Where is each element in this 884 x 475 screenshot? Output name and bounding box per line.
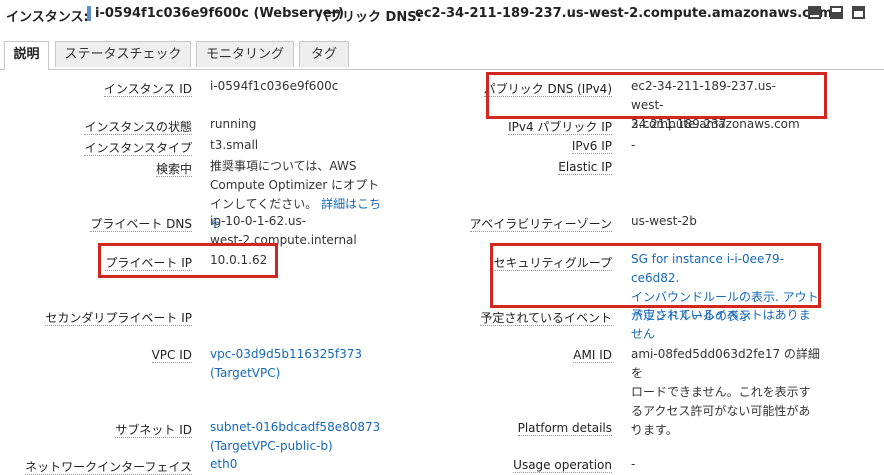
instance-state-value: running	[210, 117, 257, 131]
subnet-id-value: subnet-016bdcadf58e80873 (TargetVPC-publi…	[210, 418, 400, 456]
maximize-panel-icon[interactable]	[808, 6, 821, 19]
scheduled-events-value: 予定されているイベントはありま せん	[631, 306, 831, 344]
restore-panel-icon[interactable]	[830, 6, 843, 19]
private-ip-highlight-box	[98, 243, 278, 278]
scheduled-events-link[interactable]: 予定されているイベントはありま	[631, 306, 831, 325]
scheduled-events-label: 予定されているイベント	[480, 311, 612, 326]
detail-tabs: 説明 ステータスチェック モニタリング タグ	[0, 39, 884, 70]
ami-id-label: AMI ID	[573, 348, 612, 363]
instance-header: インスタンス: i-0594f1c036e9f600c (Webserver) …	[0, 0, 884, 28]
vpc-id-value: vpc-03d9d5b116325f373 (TargetVPC)	[210, 345, 400, 383]
availability-zone-label: アベイラビリティーゾーン	[469, 217, 612, 232]
vpc-name-link[interactable]: (TargetVPC)	[210, 364, 400, 383]
subnet-id-link[interactable]: subnet-016bdcadf58e80873	[210, 418, 400, 437]
instance-color-bar	[87, 6, 91, 21]
network-interface-label: ネットワークインターフェイス	[25, 460, 192, 475]
instance-type-value: t3.small	[210, 138, 259, 152]
subnet-name-link[interactable]: (TargetVPC-public-b)	[210, 437, 400, 456]
vpc-id-label: VPC ID	[151, 348, 192, 363]
public-dns-highlight-box	[486, 72, 827, 119]
vpc-id-link[interactable]: vpc-03d9d5b116325f373	[210, 345, 400, 364]
tab-monitoring[interactable]: モニタリング	[196, 41, 294, 67]
ipv6-ip-value: -	[631, 138, 636, 152]
finding-label: 検索中	[155, 162, 192, 177]
private-dns-label: プライベート DNS	[90, 217, 192, 232]
tab-description[interactable]: 説明	[4, 41, 49, 70]
ipv6-ip-label: IPv6 IP	[571, 139, 612, 154]
platform-details-value: -	[631, 420, 636, 434]
instance-id-title: i-0594f1c036e9f600c (Webserver)	[95, 6, 345, 21]
security-groups-highlight-box	[490, 243, 821, 308]
tab-tags[interactable]: タグ	[299, 41, 349, 67]
tab-status-checks[interactable]: ステータスチェック	[55, 41, 191, 67]
ipv4-public-ip-label: IPv4 パブリック IP	[508, 120, 612, 135]
instance-id-label: インスタンス ID	[103, 82, 192, 97]
platform-details-label: Platform details	[517, 421, 612, 436]
secondary-private-ip-label: セカンダリプライベート IP	[45, 311, 192, 326]
elastic-ip-label: Elastic IP	[558, 160, 612, 175]
public-dns-header-label: パブリック DNS:	[316, 10, 422, 25]
instance-state-label: インスタンスの状態	[84, 120, 192, 135]
public-dns-header-value: ec2-34-211-189-237.us-west-2.compute.ama…	[415, 6, 833, 21]
instance-label: インスタンス:	[6, 10, 89, 25]
usage-operation-value: -	[631, 457, 636, 471]
network-interface-value: eth0	[210, 455, 400, 474]
eth0-link[interactable]: eth0	[210, 457, 237, 471]
availability-zone-value: us-west-2b	[631, 214, 697, 228]
subnet-id-label: サブネット ID	[115, 423, 192, 438]
instance-id-value: i-0594f1c036e9f600c	[210, 79, 339, 93]
instance-type-label: インスタンスタイプ	[84, 141, 192, 156]
usage-operation-label: Usage operation	[513, 458, 612, 473]
minimize-panel-icon[interactable]	[852, 6, 865, 19]
